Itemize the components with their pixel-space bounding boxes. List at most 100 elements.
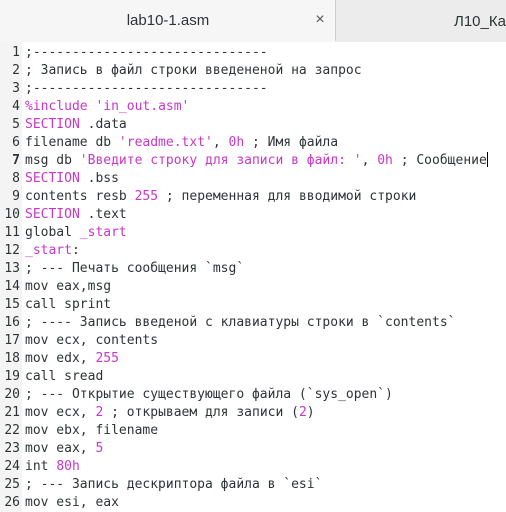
code-line[interactable]: 9 contents resb 255 ; переменная для ввод…	[0, 188, 506, 206]
code-token: 'readme.txt'	[118, 135, 213, 150]
line-number: 16	[4, 315, 20, 330]
close-icon[interactable]: ×	[312, 12, 328, 28]
code-text: ;------------------------------	[25, 44, 268, 62]
code-token: mov ecx,	[25, 405, 96, 420]
text-cursor	[486, 152, 488, 167]
code-token: call sprint	[25, 297, 112, 312]
code-token: mov esi, eax	[25, 495, 119, 510]
code-text: mov ebx, filename	[25, 422, 158, 440]
line-number: 6	[12, 135, 20, 150]
line-number: 19	[4, 369, 20, 384]
tab-l10[interactable]: Л10_Кар	[337, 0, 506, 42]
code-token: %include	[25, 99, 96, 114]
code-token: ; ---- Запись введеной с клавиатуры стро…	[25, 315, 456, 330]
code-line[interactable]: 2 ; Запись в файл строки введененой на за…	[0, 62, 506, 80]
code-token: mov eax,msg	[25, 279, 112, 294]
code-token: 2	[298, 405, 307, 420]
code-line[interactable]: 11 global _start	[0, 224, 506, 242]
code-text: contents resb 255 ; переменная для вводи…	[25, 188, 416, 206]
code-line[interactable]: 15 call sprint	[0, 296, 506, 314]
code-text: int 80h	[25, 458, 80, 476]
code-token: ; переменная для вводимой строки	[158, 189, 417, 204]
code-editor[interactable]: 1 ;------------------------------ 2 ; Запис…	[0, 42, 506, 512]
code-token: msg db	[25, 153, 80, 168]
line-number: 15	[4, 297, 20, 312]
code-token: 'in_out.asm'	[95, 99, 190, 114]
code-line[interactable]: 16 ; ---- Запись введеной с клавиатуры ст…	[0, 314, 506, 332]
code-line[interactable]: 25 ; --- Запись дескриптора файла в `esi`	[0, 476, 506, 494]
code-token: mov ebx, filename	[25, 423, 159, 438]
line-number: 2	[12, 63, 20, 78]
code-token: SECTION	[25, 117, 80, 132]
code-line[interactable]: 7 msg db 'Введите строку для записи в фай…	[0, 152, 506, 170]
line-number: 7	[12, 153, 20, 168]
tab-lab10-1[interactable]: lab10-1.asm ×	[0, 0, 336, 42]
code-token: 255	[95, 351, 119, 366]
code-token: ; Запись в файл строки введененой на зап…	[25, 63, 362, 78]
code-token: ;------------------------------	[25, 45, 268, 60]
code-token: 5	[95, 441, 104, 456]
line-number: 20	[4, 387, 20, 402]
code-line[interactable]: 3 ;------------------------------	[0, 80, 506, 98]
code-text: mov edx, 255	[25, 350, 119, 368]
code-text: ;------------------------------	[25, 80, 268, 98]
line-number: 9	[12, 189, 20, 204]
code-token: ; --- Печать сообщения `msg`	[25, 261, 245, 276]
code-token: ; --- Открытие существующего файла (`sys…	[25, 387, 393, 402]
code-line[interactable]: 21 mov ecx, 2 ; открываем для записи (2)	[0, 404, 506, 422]
code-line[interactable]: 10 SECTION .text	[0, 206, 506, 224]
line-number: 14	[4, 279, 20, 294]
code-text: SECTION .text	[25, 206, 127, 224]
code-text: mov esi, eax	[25, 494, 119, 512]
line-number: 10	[4, 207, 20, 222]
code-token: .data	[79, 117, 127, 132]
code-line[interactable]: 17 mov ecx, contents	[0, 332, 506, 350]
code-token: .text	[79, 207, 127, 222]
code-line[interactable]: 1 ;------------------------------	[0, 44, 506, 62]
code-text: %include 'in_out.asm'	[25, 98, 189, 116]
code-line[interactable]: 18 mov edx, 255	[0, 350, 506, 368]
code-token: ; --- Запись дескриптора файла в `esi`	[25, 477, 323, 492]
line-number: 8	[12, 171, 20, 186]
code-text: call sread	[25, 368, 103, 386]
tab-label: lab10-1.asm	[126, 11, 210, 29]
code-token: _start	[25, 243, 72, 258]
code-line[interactable]: 19 call sread	[0, 368, 506, 386]
code-token: :	[71, 243, 80, 258]
code-line[interactable]: 26 mov esi, eax	[0, 494, 506, 512]
code-token: .bss	[79, 171, 119, 186]
code-token: SECTION	[25, 171, 80, 186]
code-token: 0h	[377, 153, 393, 168]
code-text: mov eax, 5	[25, 440, 103, 458]
code-line[interactable]: 22 mov ebx, filename	[0, 422, 506, 440]
code-token: ; Имя файла	[244, 135, 339, 150]
code-token: mov eax,	[25, 441, 96, 456]
code-text: ; --- Открытие существующего файла (`sys…	[25, 386, 393, 404]
line-number: 1	[12, 45, 20, 60]
code-token: mov ecx, contents	[25, 333, 159, 348]
code-line[interactable]: 6 filename db 'readme.txt', 0h ; Имя файл…	[0, 134, 506, 152]
code-line[interactable]: 20 ; --- Открытие существующего файла (`s…	[0, 386, 506, 404]
code-text: mov ecx, 2 ; открываем для записи (2)	[25, 404, 315, 422]
code-line[interactable]: 5 SECTION .data	[0, 116, 506, 134]
line-number: 13	[4, 261, 20, 276]
code-text: msg db 'Введите строку для записи в файл…	[25, 152, 488, 170]
code-text: global _start	[25, 224, 127, 242]
code-token: mov edx,	[25, 351, 96, 366]
code-line[interactable]: 12 _start:	[0, 242, 506, 260]
code-line[interactable]: 23 mov eax, 5	[0, 440, 506, 458]
code-line[interactable]: 8 SECTION .bss	[0, 170, 506, 188]
line-number: 3	[12, 81, 20, 96]
code-line[interactable]: 14 mov eax,msg	[0, 278, 506, 296]
line-number: 11	[4, 225, 20, 240]
line-number: 24	[4, 459, 20, 474]
code-line[interactable]: 13 ; --- Печать сообщения `msg`	[0, 260, 506, 278]
code-token: _start	[79, 225, 127, 240]
code-text: ; ---- Запись введеной с клавиатуры стро…	[25, 314, 455, 332]
code-token: ;------------------------------	[25, 81, 268, 96]
line-number: 18	[4, 351, 20, 366]
code-token: )	[306, 405, 315, 420]
code-token: SECTION	[25, 207, 80, 222]
code-line[interactable]: 4 %include 'in_out.asm'	[0, 98, 506, 116]
code-line[interactable]: 24 int 80h	[0, 458, 506, 476]
